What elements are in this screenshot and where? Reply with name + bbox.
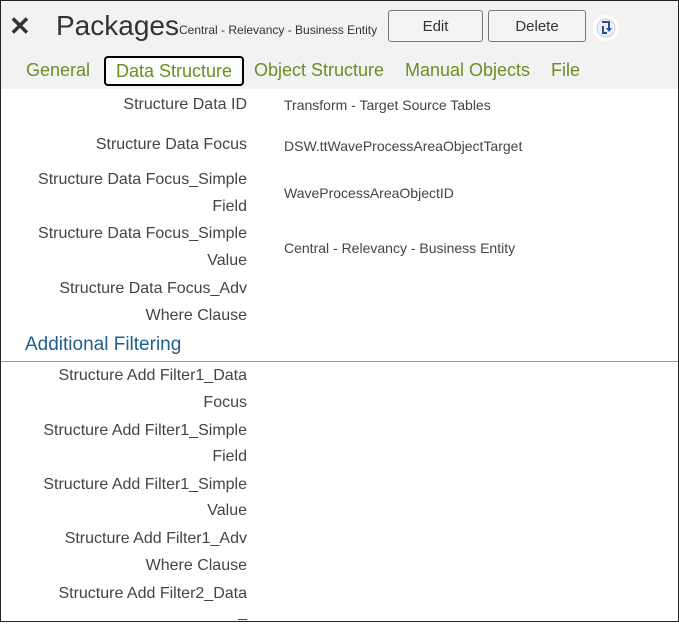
field-label: Structure Data Focus_Adv — [59, 280, 247, 297]
refresh-icon[interactable] — [593, 15, 619, 41]
filter-label-line2: Field — [212, 448, 247, 465]
tab-general[interactable]: General — [26, 57, 90, 83]
field-label-line2: Where Clause — [145, 307, 247, 324]
filter-label-line2: Focus — [203, 394, 247, 411]
tab-object-structure[interactable]: Object Structure — [254, 57, 384, 83]
filter-label: Structure Add Filter1_Simple — [43, 422, 247, 439]
tab-data-structure[interactable]: Data Structure — [104, 56, 245, 86]
page-subtitle: Central - Relevancy - Business Entity — [179, 23, 378, 37]
field-label: Structure Data Focus — [95, 136, 247, 153]
field-label: Structure Data Focus_Simple — [38, 225, 247, 242]
field-value: WaveProcessAreaObjectID — [284, 185, 454, 201]
header-bar: ✕ Packages Central - Relevancy - Busines… — [1, 1, 678, 89]
edit-button[interactable]: Edit — [388, 10, 483, 42]
section-title: Additional Filtering — [25, 334, 182, 355]
field-value: DSW.ttWaveProcessAreaObjectTarget — [284, 138, 523, 154]
field-value: Central - Relevancy - Business Entity — [284, 240, 516, 256]
field-value: Transform - Target Source Tables — [284, 97, 491, 113]
field-label: Structure Data Focus_Simple — [38, 171, 247, 188]
filter-label: Structure Add Filter1_Simple — [43, 476, 247, 493]
field-label-line2: Value — [207, 252, 247, 269]
field-label: Structure Data ID — [123, 96, 247, 113]
filter-label: Structure Add Filter1_Data — [58, 367, 247, 384]
filter-label-line2: Where Clause — [145, 557, 247, 574]
page-title: Packages — [56, 10, 179, 41]
filter-label-line2: Value — [207, 502, 247, 519]
delete-button[interactable]: Delete — [488, 10, 586, 42]
tab-file[interactable]: File — [551, 57, 580, 83]
field-label-line2: Field — [212, 198, 247, 215]
filter-label: Structure Add Filter1_Adv — [64, 530, 247, 547]
close-icon[interactable]: ✕ — [9, 13, 31, 39]
filter-label: Structure Add Filter2_Data — [58, 585, 247, 602]
tab-manual-objects[interactable]: Manual Objects — [405, 57, 530, 83]
